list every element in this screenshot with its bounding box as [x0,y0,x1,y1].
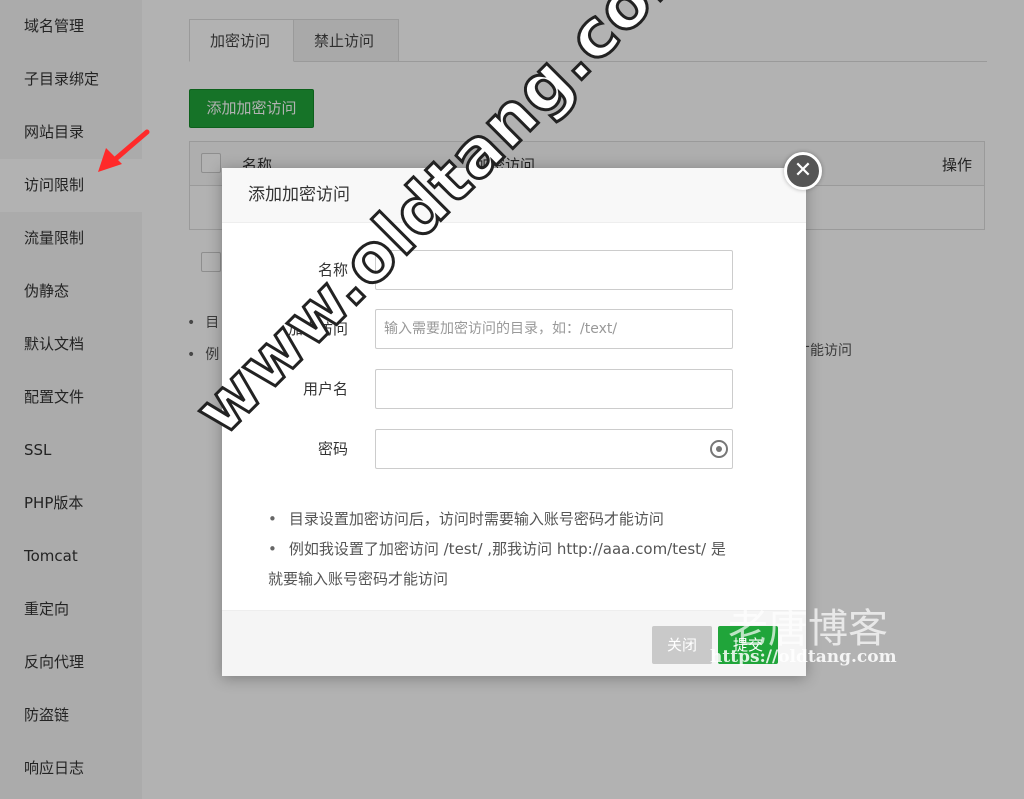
annotation-arrow-icon [98,129,150,172]
dialog-footer: 关闭 提交 [222,610,806,676]
password-row: 密码 [222,429,806,469]
dialog-title: 添加加密访问 [222,168,806,223]
dialog-note: 例如我设置了加密访问 /test/ ,那我访问 http://aaa.com/t… [268,534,768,564]
username-label: 用户名 [302,380,348,398]
dialog-note: 就要输入账号密码才能访问 [268,570,449,588]
encrypted-dir-row: 加密访问 [222,309,806,349]
encrypted-dir-label: 加密访问 [287,320,348,338]
dialog-notes: 目录设置加密访问后，访问时需要输入账号密码才能访问 例如我设置了加密访问 /te… [268,504,768,594]
dialog-note: 目录设置加密访问后，访问时需要输入账号密码才能访问 [268,504,768,534]
name-label: 名称 [317,261,348,279]
username-row: 用户名 [222,369,806,409]
password-label: 密码 [317,440,348,458]
add-encrypted-access-dialog: 添加加密访问 ✕ 名称 加密访问 用户名 密码 目录设置加密访问后，访问时需要输… [222,152,822,676]
name-input[interactable] [375,250,733,290]
encrypted-dir-input[interactable] [375,309,733,349]
username-input[interactable] [375,369,733,409]
close-button[interactable]: 关闭 [652,626,713,664]
submit-button[interactable]: 提交 [718,626,779,664]
generate-password-icon[interactable] [710,440,728,458]
close-icon[interactable]: ✕ [784,152,822,190]
name-row: 名称 [222,250,806,290]
password-input[interactable] [375,429,733,469]
